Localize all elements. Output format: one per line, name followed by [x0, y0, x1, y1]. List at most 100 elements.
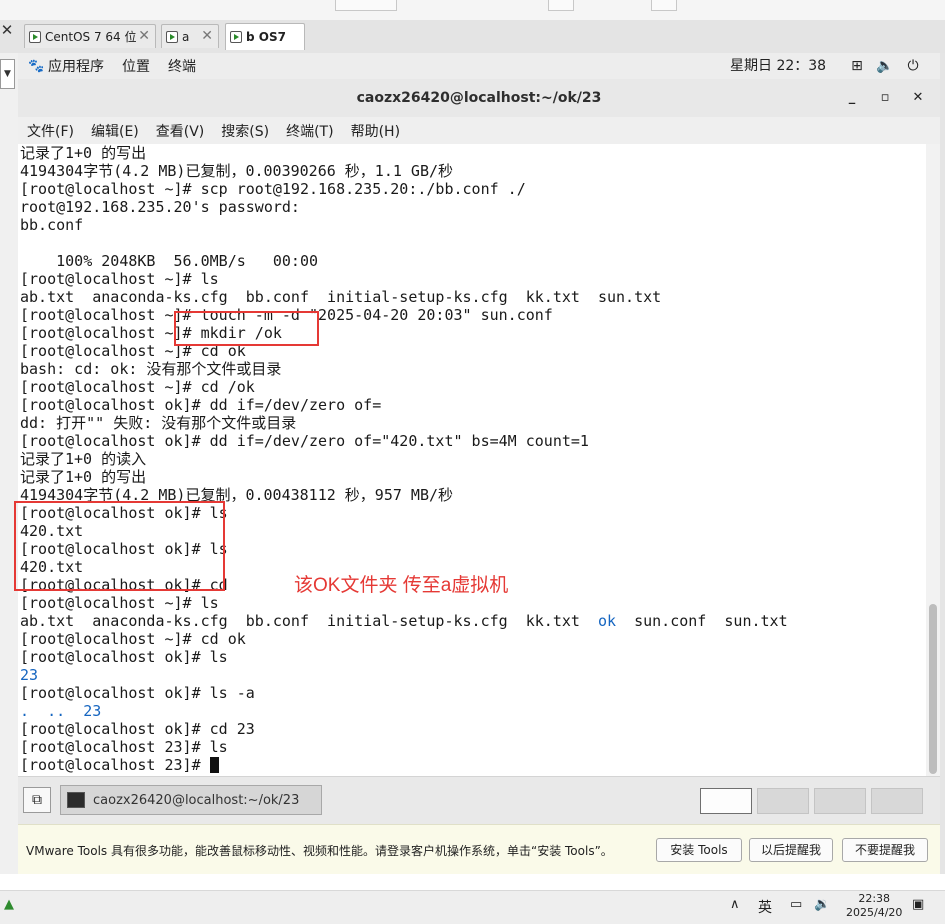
vmware-tools-bar: VMware Tools 具有很多功能，能改善鼠标移动性、视频和性能。请登录客户…: [18, 824, 940, 875]
terminal-line: [root@localhost 23]#: [20, 756, 788, 774]
vm-icon: [166, 30, 178, 43]
terminal-text: . ..: [20, 702, 84, 720]
terminal-line: [root@localhost ~]# cd ok: [20, 342, 788, 360]
power-icon[interactable]: ⏻: [904, 57, 922, 75]
terminal-text: [root@localhost ~]# scp root@192.168.235…: [20, 180, 526, 198]
volume-icon[interactable]: 🔈: [876, 57, 894, 75]
menu-search[interactable]: 搜索(S): [221, 121, 269, 141]
notification-icon[interactable]: ▣: [912, 897, 924, 912]
menu-places[interactable]: 位置: [122, 56, 150, 76]
menu-view[interactable]: 查看(V): [156, 121, 205, 141]
terminal-line: ab.txt anaconda-ks.cfg bb.conf initial-s…: [20, 612, 788, 630]
edge-mark: [335, 0, 397, 11]
menu-terminal-item[interactable]: 终端(T): [286, 121, 333, 141]
terminal-text: 记录了1+0 的写出: [20, 468, 147, 486]
app-icon[interactable]: ▲: [4, 897, 14, 912]
vm-tab-centos[interactable]: CentOS 7 64 位 ✕: [24, 24, 156, 48]
terminal-body[interactable]: 记录了1+0 的写出 4194304字节(4.2 MB)已复制，0.0039026…: [18, 144, 940, 776]
vm-icon: [230, 31, 242, 43]
ime-indicator[interactable]: 英: [758, 897, 772, 917]
vm-tab-a[interactable]: a ✕: [161, 24, 219, 48]
terminal-text: 100% 2048KB 56.0MB/s 00:00: [20, 252, 319, 270]
terminal-menu-bar: 文件(F) 编辑(E) 查看(V) 搜索(S) 终端(T) 帮助(H): [18, 117, 940, 144]
background-strip: [0, 874, 945, 890]
terminal-icon: [67, 792, 85, 808]
volume-icon[interactable]: 🔉: [814, 897, 830, 912]
menu-edit[interactable]: 编辑(E): [91, 121, 139, 141]
top-edge: [0, 0, 945, 20]
terminal-line: [root@localhost ~]# ls: [20, 270, 788, 288]
terminal-line: [root@localhost ~]# mkdir /ok: [20, 324, 788, 342]
workspace-3[interactable]: [814, 788, 866, 814]
terminal-text: bb.conf: [20, 216, 84, 234]
terminal-line: [root@localhost ~]# cd ok: [20, 630, 788, 648]
terminal-line: [root@localhost ok]# ls -a: [20, 684, 788, 702]
close-button[interactable]: ✕: [908, 88, 928, 108]
terminal-text: [root@localhost 23]# ls: [20, 738, 228, 756]
terminal-line: 记录了1+0 的读入: [20, 450, 788, 468]
terminal-line: dd: 打开"" 失败: 没有那个文件或目录: [20, 414, 788, 432]
annotation-text: 该OK文件夹 传至a虚拟机: [294, 575, 509, 596]
menu-help[interactable]: 帮助(H): [351, 121, 400, 141]
terminal-text: bash: cd: ok: 没有那个文件或目录: [20, 360, 282, 378]
minimize-button[interactable]: _: [842, 88, 862, 108]
terminal-text: 23: [83, 702, 102, 720]
taskbar-terminal-item[interactable]: caozx26420@localhost:~/ok/23: [60, 785, 322, 815]
tools-message: VMware Tools 具有很多功能，能改善鼠标移动性、视频和性能。请登录客户…: [26, 844, 613, 858]
terminal-text: [root@localhost ~]# cd /ok: [20, 378, 255, 396]
menu-file[interactable]: 文件(F): [27, 121, 74, 141]
vm-tab-label: CentOS 7 64 位: [45, 30, 137, 44]
never-remind-button[interactable]: 不要提醒我: [842, 838, 928, 862]
window-titlebar: caozx26420@localhost:~/ok/23 _ ▫ ✕: [18, 79, 940, 118]
chevron-up-icon[interactable]: ∧: [730, 897, 740, 912]
terminal-text: [root@localhost ~]# ls: [20, 270, 219, 288]
gnome-foot-icon: [28, 58, 44, 74]
menu-terminal[interactable]: 终端: [168, 56, 196, 76]
terminal-text: 记录了1+0 的读入: [20, 450, 147, 468]
terminal-text: ab.txt anaconda-ks.cfg bb.conf initial-s…: [20, 288, 662, 306]
windows-taskbar: ▲ ∧ 英 ▭ 🔉 22:38 2025/4/20 ▣: [0, 890, 945, 924]
terminal-line: [root@localhost ~]# touch -m -d "2025-04…: [20, 306, 788, 324]
terminal-line: ab.txt anaconda-ks.cfg bb.conf initial-s…: [20, 288, 788, 306]
terminal-text: 记录了1+0 的写出: [20, 144, 147, 162]
system-clock[interactable]: 22:38 2025/4/20: [846, 892, 902, 920]
tab-close-icon[interactable]: ✕: [201, 28, 213, 44]
vm-tab-label: b OS7: [246, 30, 286, 44]
edge-mark: [651, 0, 677, 11]
terminal-line: bash: cd: ok: 没有那个文件或目录: [20, 360, 788, 378]
install-tools-button[interactable]: 安装 Tools: [656, 838, 742, 862]
scrollbar-thumb[interactable]: [929, 604, 937, 774]
right-strip: [940, 53, 945, 890]
workspace-2[interactable]: [757, 788, 809, 814]
tab-close-icon[interactable]: ✕: [138, 28, 150, 44]
taskbar-item-label: caozx26420@localhost:~/ok/23: [93, 792, 300, 808]
show-desktop-icon[interactable]: ⧉: [23, 787, 51, 813]
close-icon[interactable]: ✕: [0, 20, 14, 53]
terminal-text: [root@localhost 23]#: [20, 756, 210, 774]
terminal-text: [root@localhost ok]# dd if=/dev/zero of=…: [20, 432, 589, 450]
terminal-line: 记录了1+0 的写出: [20, 144, 788, 162]
terminal-text: 23: [20, 666, 39, 684]
guest-taskbar: ⧉ caozx26420@localhost:~/ok/23: [18, 776, 940, 825]
network-icon[interactable]: ▭: [790, 897, 802, 912]
terminal-text: [root@localhost ok]# cd 23: [20, 720, 255, 738]
terminal-line: 记录了1+0 的写出: [20, 468, 788, 486]
clock[interactable]: 星期日 22：38: [730, 53, 826, 79]
chevron-down-icon[interactable]: ▼: [0, 59, 15, 89]
terminal-line: 4194304字节(4.2 MB)已复制，0.00390266 秒，1.1 GB…: [20, 162, 788, 180]
vm-tab-b-os7[interactable]: b OS7: [225, 23, 305, 50]
left-strip: ▼: [0, 53, 18, 890]
maximize-button[interactable]: ▫: [875, 88, 895, 108]
terminal-text: [root@localhost ~]# cd ok: [20, 630, 246, 648]
terminal-text: ab.txt anaconda-ks.cfg bb.conf initial-s…: [20, 612, 598, 630]
terminal-line: [root@localhost 23]# ls: [20, 738, 788, 756]
menu-applications[interactable]: 应用程序: [48, 56, 104, 76]
network-icon[interactable]: ⊞: [848, 57, 866, 75]
workspace-1[interactable]: [700, 788, 752, 814]
terminal-cursor: [209, 757, 219, 773]
remind-later-button[interactable]: 以后提醒我: [749, 838, 833, 862]
vm-icon: [29, 30, 41, 43]
workspace-4[interactable]: [871, 788, 923, 814]
terminal-text: [root@localhost ~]# ls: [20, 594, 219, 612]
